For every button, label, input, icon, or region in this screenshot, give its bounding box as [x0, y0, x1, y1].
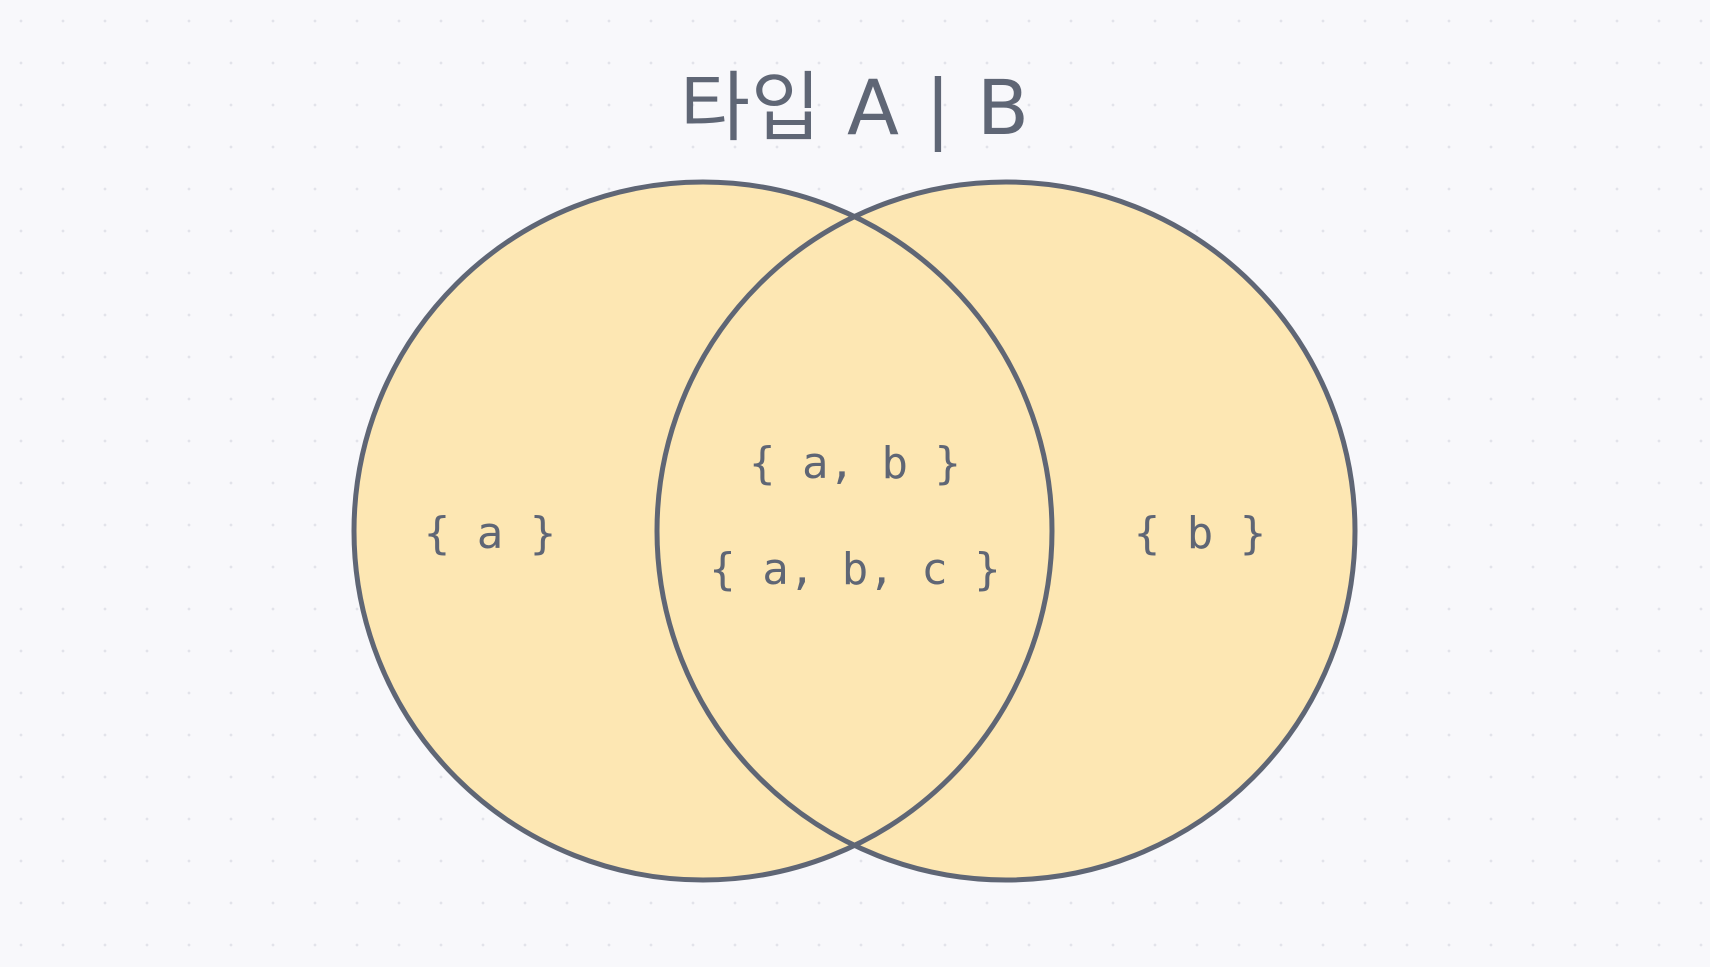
set-b-label: { b }: [1133, 508, 1267, 559]
intersection-label-2: { a, b, c }: [709, 544, 1001, 595]
intersection-label-1: { a, b }: [749, 438, 961, 489]
diagram-title: 타입 A | B: [679, 63, 1031, 152]
set-a-label: { a }: [423, 508, 557, 559]
